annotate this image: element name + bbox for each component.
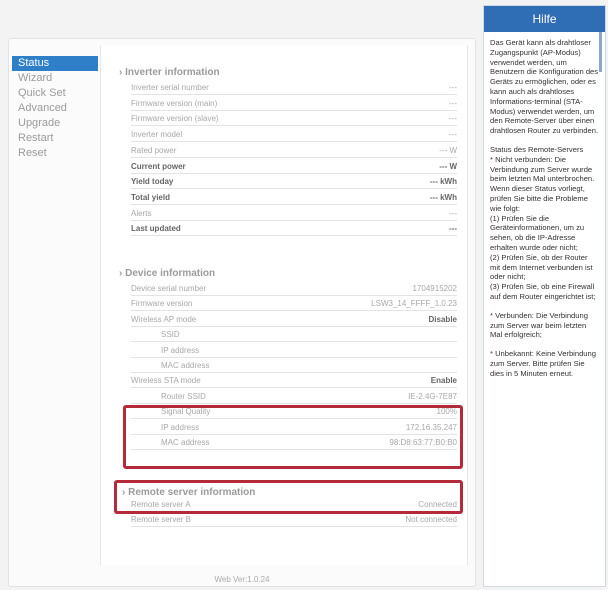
web-version: Web Ver:1.0.24 bbox=[214, 575, 270, 584]
table-row: Remote server B Not connected bbox=[131, 514, 457, 527]
row-value: Enable bbox=[430, 376, 457, 386]
help-paragraph: Das Gerät kann als drahtloser Zugangspun… bbox=[490, 38, 599, 136]
row-label: Firmware version (main) bbox=[131, 98, 218, 108]
row-label: Firmware version bbox=[131, 299, 193, 309]
row-value: --- bbox=[449, 130, 457, 140]
table-row: Rated power --- W bbox=[131, 145, 457, 158]
row-label: Inverter serial number bbox=[131, 83, 209, 92]
table-row: Device serial number 1704915202 bbox=[131, 283, 457, 296]
sidebar-item-restart[interactable]: Restart bbox=[12, 131, 98, 146]
row-value: Disable bbox=[428, 314, 457, 324]
help-panel: Hilfe Das Gerät kann als drahtloser Zuga… bbox=[483, 5, 606, 587]
sidebar-item-advanced[interactable]: Advanced bbox=[12, 101, 98, 116]
row-label: IP address bbox=[161, 345, 200, 355]
sidebar-item-quick-set[interactable]: Quick Set bbox=[12, 86, 98, 101]
help-paragraph: Status des Remote-Servers * Nicht verbund… bbox=[490, 144, 596, 301]
row-value: --- bbox=[449, 208, 457, 218]
table-row: Firmware version (main) --- bbox=[131, 98, 457, 111]
row-label: Firmware version (slave) bbox=[131, 114, 219, 124]
row-label: Total yield bbox=[131, 192, 170, 202]
help-paragraph: * Unbekannt: Keine Verbindung zum Server… bbox=[490, 349, 596, 378]
table-row: Total yield --- kWh bbox=[131, 192, 457, 205]
help-paragraph: * Verbunden: Die Verbindung zum Server w… bbox=[490, 310, 588, 340]
table-row: Wireless STA mode Enable bbox=[131, 375, 457, 389]
sidebar-nav: Status Wizard Quick Set Advanced Upgrade… bbox=[12, 56, 98, 161]
row-value: Not connected bbox=[405, 515, 457, 524]
sidebar-item-wizard[interactable]: Wizard bbox=[12, 71, 98, 86]
table-row: IP address bbox=[131, 345, 457, 358]
help-scrollbar[interactable] bbox=[599, 32, 602, 72]
table-row: Yield today --- kWh bbox=[131, 176, 457, 190]
row-label: Current power bbox=[131, 161, 186, 171]
sta-mode-highlight bbox=[123, 405, 463, 469]
sidebar-item-status[interactable]: Status bbox=[12, 56, 98, 71]
table-row: MAC address bbox=[131, 360, 457, 373]
table-row: Last updated --- bbox=[131, 223, 457, 237]
row-label: Router SSID bbox=[161, 391, 206, 401]
row-label: Rated power bbox=[131, 145, 177, 155]
row-label: Remote server B bbox=[131, 515, 192, 524]
row-value: --- W bbox=[439, 161, 457, 171]
row-value: --- bbox=[449, 224, 457, 234]
row-label: SSID bbox=[161, 330, 180, 340]
row-label: Wireless AP mode bbox=[131, 314, 197, 324]
row-value: --- kWh bbox=[429, 177, 457, 187]
row-label: Inverter model bbox=[131, 130, 183, 140]
table-row: Inverter model --- bbox=[131, 129, 457, 143]
table-row: Current power --- W bbox=[131, 161, 457, 174]
row-label: MAC address bbox=[161, 361, 210, 370]
table-row: Wireless AP mode Disable bbox=[131, 314, 457, 327]
row-value: --- bbox=[449, 83, 457, 92]
table-row: Alerts --- bbox=[131, 208, 457, 221]
row-value: IE-2.4G-7E87 bbox=[408, 391, 457, 401]
table-row: Router SSID IE-2.4G-7E87 bbox=[131, 391, 457, 404]
help-title: Hilfe bbox=[484, 6, 605, 32]
row-value: --- bbox=[449, 114, 457, 124]
row-value: --- bbox=[449, 98, 457, 108]
inverter-section-title: › Inverter information bbox=[119, 67, 220, 78]
row-label: Last updated bbox=[131, 224, 181, 234]
row-label: Device serial number bbox=[131, 284, 207, 293]
row-value: --- kWh bbox=[429, 192, 457, 202]
row-value: --- W bbox=[439, 145, 457, 155]
sidebar-item-reset[interactable]: Reset bbox=[12, 146, 98, 161]
table-row: Firmware version (slave) --- bbox=[131, 113, 457, 127]
table-row: Inverter serial number --- bbox=[131, 82, 457, 95]
table-row: Firmware version LSW3_14_FFFF_1.0.23 bbox=[131, 298, 457, 312]
row-value: LSW3_14_FFFF_1.0.23 bbox=[371, 299, 457, 309]
table-row: SSID bbox=[131, 329, 457, 343]
sidebar-item-upgrade[interactable]: Upgrade bbox=[12, 116, 98, 131]
row-value: 1704915202 bbox=[412, 284, 458, 293]
row-label: Yield today bbox=[131, 177, 174, 187]
remote-server-highlight bbox=[114, 480, 463, 514]
row-label: Wireless STA mode bbox=[131, 376, 201, 386]
row-label: Alerts bbox=[131, 208, 152, 218]
device-section-title: › Device information bbox=[119, 268, 216, 279]
help-text: Das Gerät kann als drahtloser Zugangspun… bbox=[484, 32, 605, 379]
